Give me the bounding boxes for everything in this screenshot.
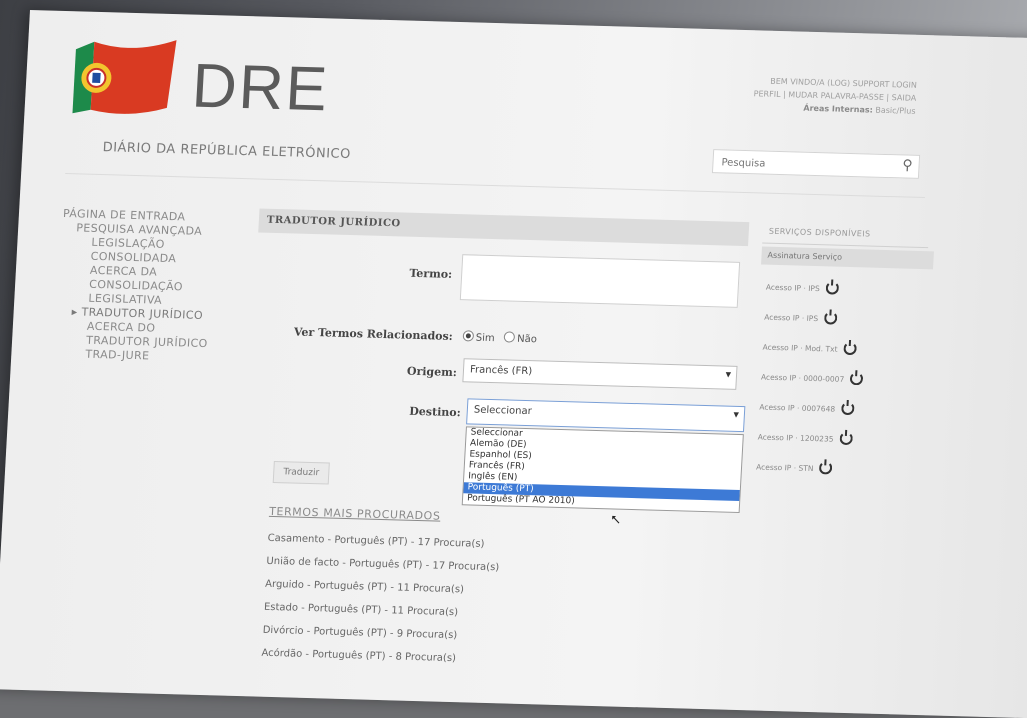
- internal-areas-value[interactable]: Basic/Plus: [875, 106, 916, 116]
- power-icon[interactable]: [849, 372, 864, 386]
- services-title: SERVIÇOS DISPONÍVEIS: [762, 222, 930, 249]
- origem-label: Origem:: [406, 364, 458, 380]
- most-searched-title: TERMOS MAIS PROCURADOS: [268, 504, 441, 523]
- panel-header: TRADUTOR JURÍDICO: [258, 208, 750, 247]
- destino-dropdown-list: Seleccionar Alemão (DE) Espanhol (ES) Fr…: [461, 426, 744, 514]
- destino-label: Destino:: [408, 404, 462, 420]
- power-icon[interactable]: [819, 461, 833, 475]
- search-icon[interactable]: ⚲: [902, 157, 913, 173]
- service-label: Acesso IP · 0007648: [759, 402, 836, 414]
- termo-textarea[interactable]: [459, 254, 741, 308]
- internal-areas-label: Áreas Internas:: [803, 103, 874, 115]
- radio-yes[interactable]: [462, 330, 475, 342]
- service-label: Acesso IP · Mod. Txt: [762, 342, 838, 354]
- user-links: BEM VINDO/A (LOG) SUPPORT LOGIN PERFIL |…: [725, 73, 917, 117]
- power-icon[interactable]: [840, 401, 855, 416]
- brand-name: DRE: [190, 51, 331, 125]
- related-terms-label: Ver Termos Relacionados:: [293, 325, 454, 343]
- services-list: Acesso IP · IPS Acesso IP · IPS Acesso I…: [749, 278, 920, 492]
- services-header: Assinatura Serviço: [761, 246, 934, 270]
- service-item: Acesso IP · IPS: [757, 308, 919, 342]
- mouse-pointer-icon: ⭦: [610, 512, 621, 529]
- radio-no-label: Não: [516, 333, 538, 346]
- service-label: Acesso IP · 1200235: [757, 432, 834, 444]
- service-item: Acesso IP · 1200235: [751, 428, 913, 462]
- radio-yes-label: Sim: [475, 332, 495, 345]
- chevron-down-icon: ▼: [725, 370, 732, 379]
- termo-label: Termo:: [409, 266, 453, 281]
- search-box: ⚲: [711, 149, 921, 179]
- chevron-down-icon: ▼: [733, 410, 740, 419]
- service-item: Acesso IP · STN: [749, 458, 911, 492]
- power-icon[interactable]: [843, 341, 857, 356]
- radio-no[interactable]: [503, 331, 516, 343]
- service-item: Acesso IP · IPS: [759, 278, 921, 312]
- most-searched-list: Casamento - Português (PT) - 17 Procura(…: [261, 527, 501, 671]
- service-label: Acesso IP · IPS: [765, 282, 820, 294]
- search-input[interactable]: [719, 156, 884, 174]
- origem-value: Francês (FR): [469, 364, 533, 378]
- service-item: Acesso IP · 0007648: [752, 398, 914, 432]
- sidebar-nav: PÁGINA DE ENTRADA PESQUISA AVANÇADA LEGI…: [55, 207, 253, 366]
- power-icon[interactable]: [825, 281, 840, 295]
- destino-value: Seleccionar: [473, 404, 533, 418]
- brand-tagline: DIÁRIO DA REPÚBLICA ELETRÓNICO: [102, 140, 352, 163]
- related-terms-radio-group: Sim Não: [462, 330, 537, 345]
- origem-select[interactable]: Francês (FR) ▼: [462, 358, 738, 390]
- dre-logo-icon[interactable]: [68, 35, 182, 120]
- monitor-screen: DRE DIÁRIO DA REPÚBLICA ELETRÓNICO BEM V…: [0, 10, 1027, 718]
- service-label: Acesso IP · IPS: [763, 312, 819, 324]
- header-divider: [65, 173, 925, 199]
- power-icon[interactable]: [839, 431, 853, 446]
- panel-title: TRADUTOR JURÍDICO: [266, 214, 401, 230]
- service-item: Acesso IP · Mod. Txt: [755, 338, 917, 372]
- service-label: Acesso IP · 0000-0007: [760, 372, 845, 384]
- translate-button[interactable]: Traduzir: [272, 460, 330, 485]
- service-item: Acesso IP · 0000-0007: [754, 368, 916, 402]
- power-icon[interactable]: [823, 311, 838, 325]
- service-label: Acesso IP · STN: [755, 462, 814, 474]
